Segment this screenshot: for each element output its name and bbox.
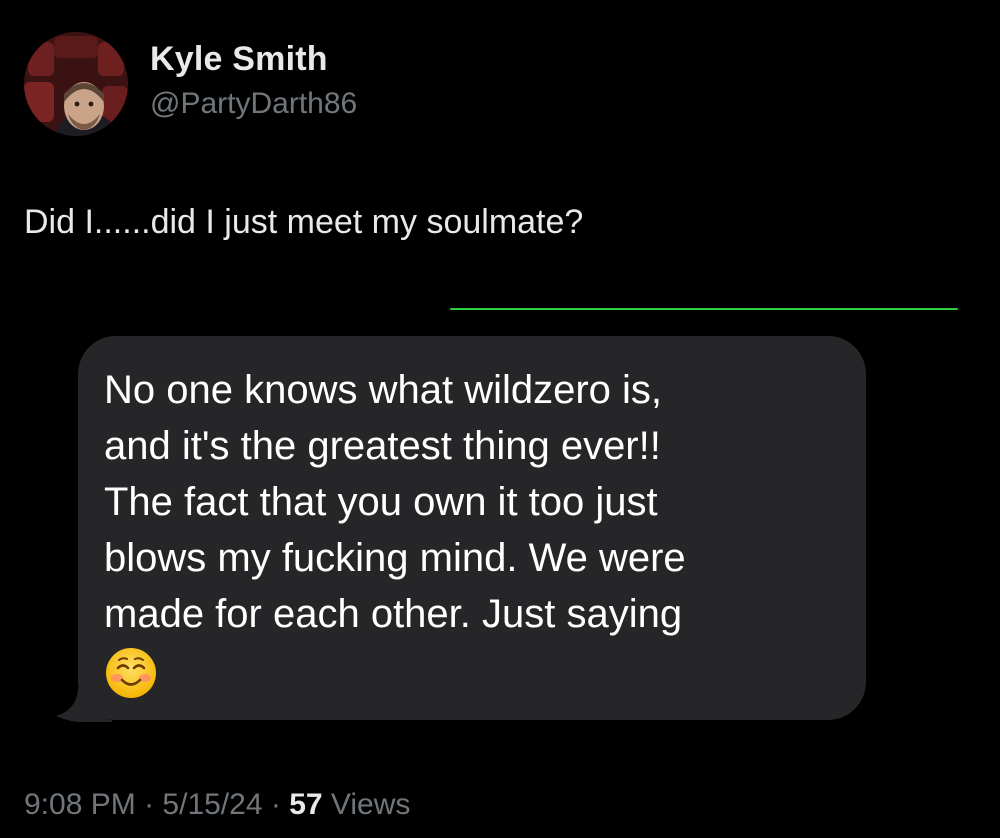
tweet-time[interactable]: 9:08 PM [24,788,136,821]
tweet-date[interactable]: 5/15/24 [162,788,262,821]
meta-separator: · [270,788,281,821]
author-handle[interactable]: @PartyDarth86 [150,87,357,121]
views-count[interactable]: 57 [289,788,322,821]
profile-photo-avatar-icon [24,32,128,136]
author-avatar[interactable] [24,32,128,136]
author-name[interactable]: Kyle Smith [150,40,328,79]
screenshot-edge-line [450,308,958,310]
views-label[interactable]: Views [331,788,410,821]
message-text: No one knows what wildzero is, and it's … [104,362,844,700]
smiling-face-with-blush-emoji-icon [106,648,156,698]
message-body: No one knows what wildzero is, and it's … [104,368,686,636]
meta-separator: · [144,788,155,821]
tweet-meta: 9:08 PM · 5/15/24 · 57 Views [24,788,410,822]
tweet-text: Did I......did I just meet my soulmate? [24,203,584,241]
